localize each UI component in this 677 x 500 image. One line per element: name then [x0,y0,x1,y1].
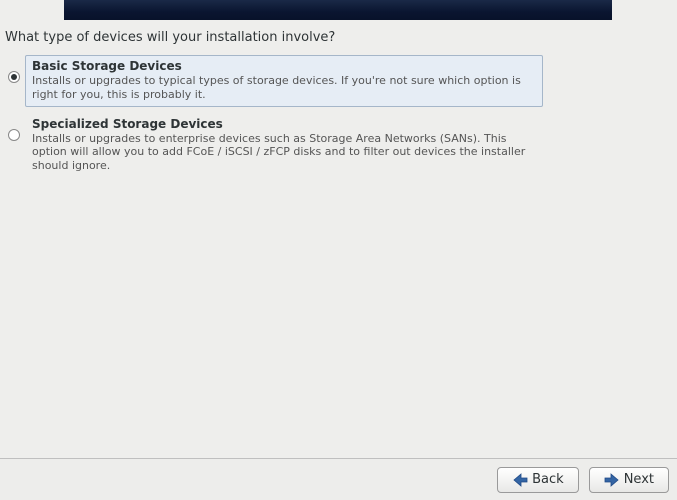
header-banner [64,0,612,20]
option-basic-title: Basic Storage Devices [32,59,536,73]
radio-col-specialized [3,113,25,141]
question-label: What type of devices will your installat… [3,30,674,45]
arrow-left-icon [512,473,528,487]
back-button-label: Back [532,472,564,487]
option-basic-desc: Installs or upgrades to typical types of… [32,74,536,102]
radio-col-basic [3,55,25,83]
option-basic-row: Basic Storage Devices Installs or upgrad… [3,55,674,107]
main-content: What type of devices will your installat… [3,30,674,184]
arrow-right-icon [604,473,620,487]
option-specialized[interactable]: Specialized Storage Devices Installs or … [25,113,543,178]
option-specialized-title: Specialized Storage Devices [32,117,536,131]
footer-bar: Back Next [0,458,677,500]
next-button[interactable]: Next [589,467,669,493]
radio-specialized[interactable] [8,129,20,141]
option-specialized-desc: Installs or upgrades to enterprise devic… [32,132,536,173]
option-basic[interactable]: Basic Storage Devices Installs or upgrad… [25,55,543,107]
radio-basic[interactable] [8,71,20,83]
back-button[interactable]: Back [497,467,579,493]
next-button-label: Next [624,472,654,487]
option-specialized-row: Specialized Storage Devices Installs or … [3,113,674,178]
